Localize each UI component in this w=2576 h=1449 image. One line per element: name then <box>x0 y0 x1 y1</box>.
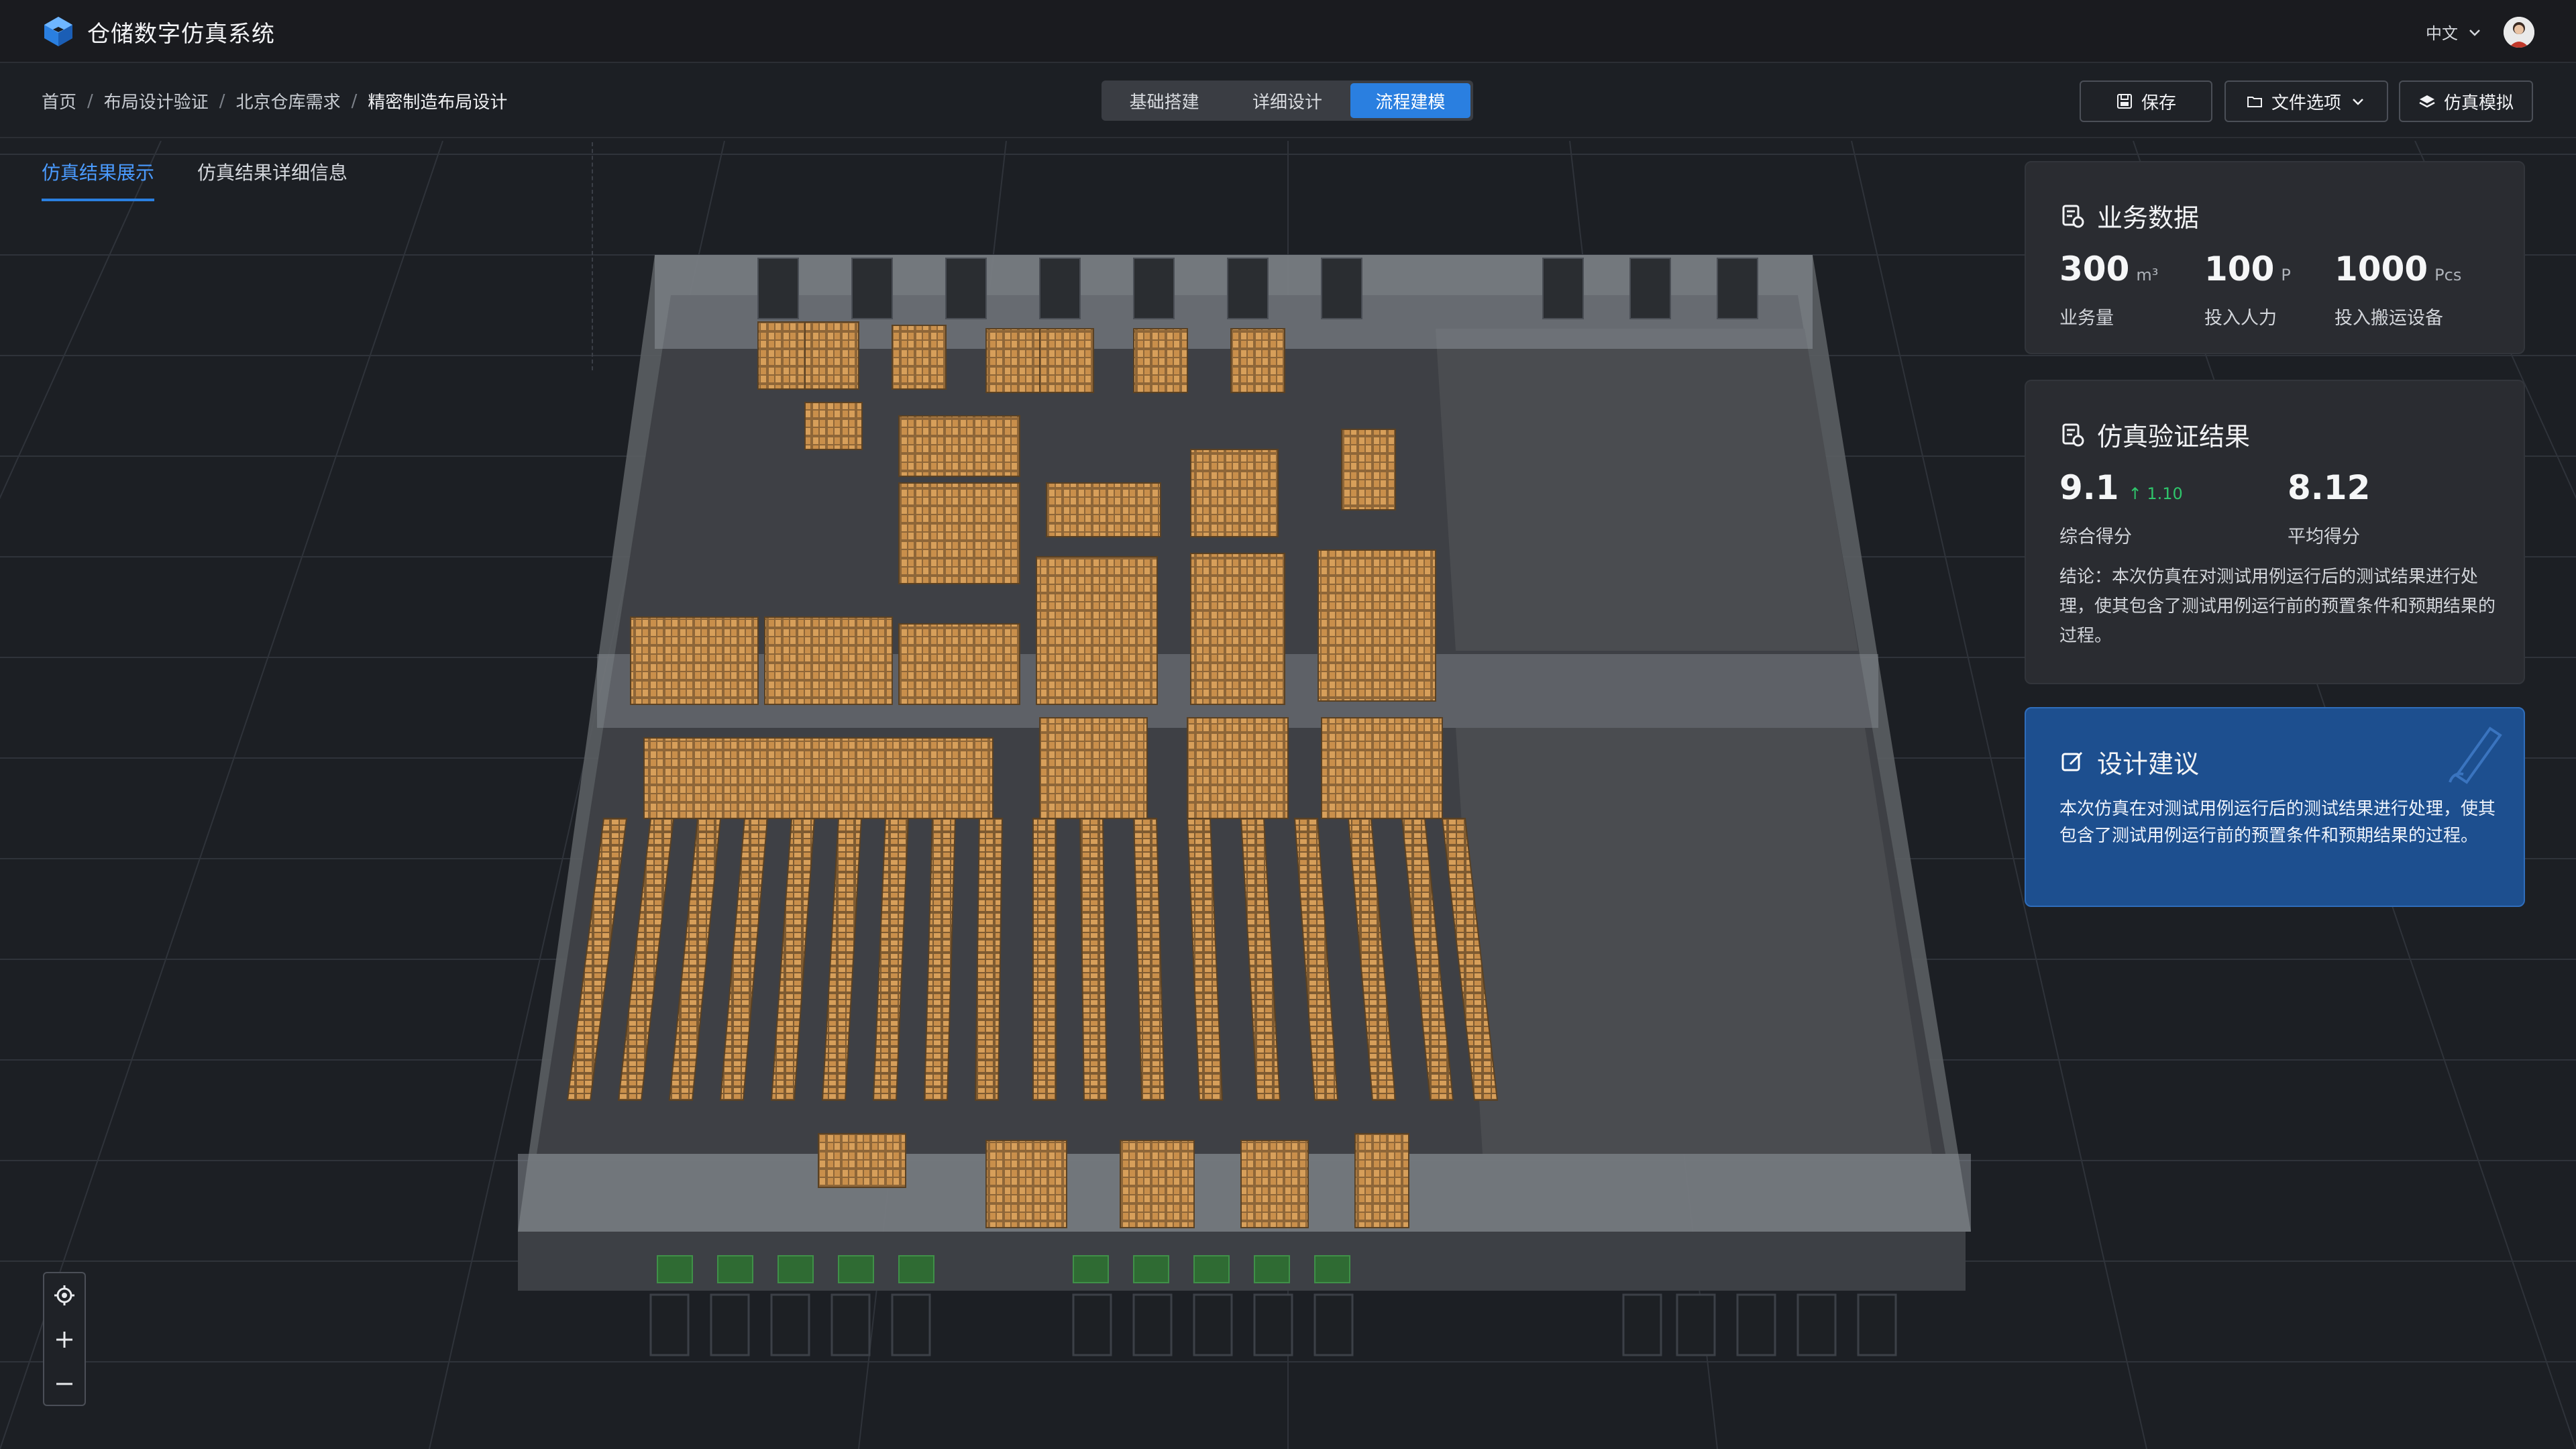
trend-up: ↑ 1.10 <box>2128 484 2183 503</box>
breadcrumb-current: 精密制造布局设计 <box>368 93 508 113</box>
simulation-result-title: 仿真验证结果 <box>2059 416 2250 453</box>
avatar[interactable] <box>2504 17 2534 48</box>
design-suggestion-text: 本次仿真在对测试用例运行后的测试结果进行处理，使其包含了测试用例运行前的预置条件… <box>2059 799 2496 846</box>
breadcrumb: 首页 / 布局设计验证 / 北京仓库需求 / 精密制造布局设计 <box>42 89 507 113</box>
simulation-result-card: 仿真验证结果 9.1 ↑ 1.10 综合得分 8.12 平均得分 结论：本次仿真在… <box>2025 380 2525 684</box>
design-suggestion-card: 设计建议 本次仿真在对测试用例运行后的测试结果进行处理，使其包含了测试用例运行前… <box>2025 707 2525 907</box>
map-controls <box>43 1272 86 1406</box>
metric-equipment: 1000 Pcs 投入搬运设备 <box>2334 250 2462 329</box>
language-label: 中文 <box>2426 24 2458 43</box>
metric-volume: 300 m³ 业务量 <box>2059 250 2159 329</box>
metric-manpower: 100 P 投入人力 <box>2204 250 2291 329</box>
breadcrumb-home[interactable]: 首页 <box>42 89 76 113</box>
business-data-title: 业务数据 <box>2059 197 2199 234</box>
breadcrumb-beijing[interactable]: 北京仓库需求 <box>236 89 341 113</box>
chevron-down-icon <box>2469 29 2480 36</box>
breadcrumb-layout-verify[interactable]: 布局设计验证 <box>104 89 209 113</box>
edit-icon <box>2061 751 2083 771</box>
metric-total-score: 9.1 ↑ 1.10 综合得分 <box>2059 468 2183 547</box>
locate-icon <box>54 1285 74 1305</box>
mode-process[interactable]: 流程建模 <box>1350 83 1470 118</box>
app-logo-icon <box>44 17 72 46</box>
tab-simulation-result[interactable]: 仿真结果展示 <box>42 158 155 201</box>
chevron-down-icon <box>2353 99 2363 105</box>
save-icon <box>2116 94 2132 109</box>
folder-icon <box>2247 97 2262 107</box>
design-suggestion-title: 设计建议 <box>2059 743 2199 780</box>
plus-icon <box>56 1332 72 1348</box>
layers-icon <box>2419 95 2435 108</box>
divider <box>592 142 593 370</box>
brand[interactable]: 仓储数字仿真系统 <box>42 15 275 48</box>
mode-basic[interactable]: 基础搭建 <box>1104 83 1224 118</box>
mode-detail[interactable]: 详细设计 <box>1227 83 1347 118</box>
report-icon <box>2062 423 2084 446</box>
language-selector[interactable]: 中文 <box>2426 20 2482 44</box>
zoom-out-button[interactable] <box>44 1362 85 1406</box>
mode-switcher: 基础搭建 详细设计 流程建模 <box>1102 80 1473 121</box>
metric-average-score: 8.12 平均得分 <box>2288 468 2371 547</box>
top-bar: 仓储数字仿真系统 中文 <box>0 0 2576 63</box>
zoom-in-button[interactable] <box>44 1318 85 1362</box>
breadcrumb-separator: / <box>351 91 358 111</box>
breadcrumb-separator: / <box>219 91 225 111</box>
breadcrumb-separator: / <box>87 91 93 111</box>
brush-watermark-icon <box>2449 727 2502 784</box>
save-label: 保存 <box>2141 93 2176 113</box>
simulate-label: 仿真模拟 <box>2443 93 2514 113</box>
sub-bar: 首页 / 布局设计验证 / 北京仓库需求 / 精密制造布局设计 基础搭建 详细设… <box>0 64 2576 138</box>
report-icon <box>2062 205 2084 227</box>
app-title: 仓储数字仿真系统 <box>87 20 275 48</box>
save-button[interactable]: 保存 <box>2080 80 2212 122</box>
simulate-button[interactable]: 仿真模拟 <box>2399 80 2533 122</box>
conclusion-text: 结论：本次仿真在对测试用例运行后的测试结果进行处理，使其包含了测试用例运行前的预… <box>2059 567 2496 646</box>
business-data-card: 业务数据 300 m³ 业务量 100 P 投入人力 1000 Pcs 投入搬运设备 <box>2025 161 2525 354</box>
result-tabs: 仿真结果展示 仿真结果详细信息 <box>42 158 347 201</box>
tab-simulation-detail[interactable]: 仿真结果详细信息 <box>197 158 347 201</box>
file-options-label: 文件选项 <box>2271 93 2341 113</box>
file-options-button[interactable]: 文件选项 <box>2224 80 2388 122</box>
locate-button[interactable] <box>44 1273 85 1318</box>
minus-icon <box>56 1383 72 1385</box>
